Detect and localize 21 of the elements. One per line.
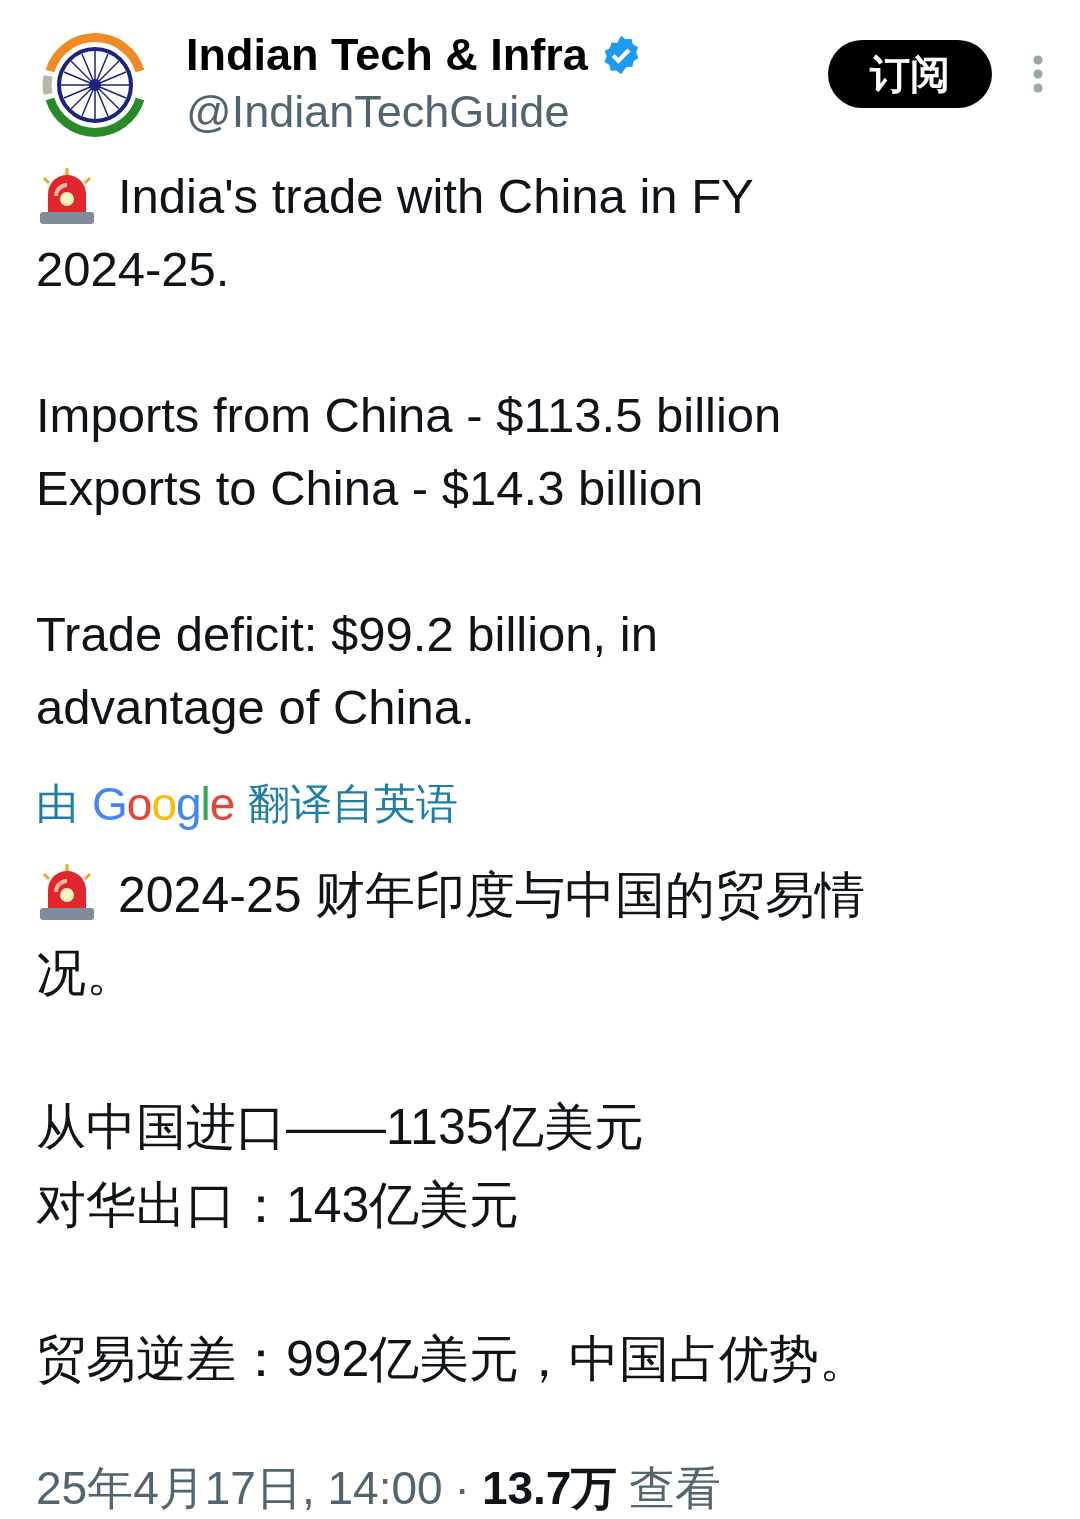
views-label: 查看 <box>629 1461 722 1516</box>
separator-dot: · <box>454 1461 470 1516</box>
view-count: 13.7万 <box>481 1461 618 1516</box>
subscribe-button[interactable]: 订阅 <box>828 40 992 108</box>
tweet-paragraph: Exports to China - $14.3 billion <box>36 460 704 517</box>
translated-paragraph: 况。 <box>36 944 136 1003</box>
tweet-paragraph: 2024-25. <box>36 241 230 298</box>
translated-paragraph: 从中国进口——1135亿美元 <box>36 1098 644 1157</box>
translated-paragraph: 2024-25 财年印度与中国的贸易情 <box>118 866 866 925</box>
tweet-paragraph: advantage of China. <box>36 679 475 736</box>
translated-paragraph: 贸易逆差：992亿美元，中国占优势。 <box>36 1330 870 1389</box>
tweet-paragraph: Trade deficit: $99.2 billion, in <box>36 606 658 663</box>
google-logo: Google <box>92 777 235 832</box>
translated-paragraph: 对华出口：143亿美元 <box>36 1176 520 1235</box>
translation-label: 翻译自英语 <box>248 779 459 829</box>
tweet-timestamp: 25年4月17日, 14:00 <box>36 1461 443 1516</box>
tweet-paragraph: Imports from China - $113.5 billion <box>36 387 782 444</box>
author-name[interactable]: Indian Tech & Infra <box>186 28 588 82</box>
tweet-paragraph: India's trade with China in FY <box>118 168 754 225</box>
translation-label: 由 <box>36 779 78 829</box>
author-handle[interactable]: @IndianTechGuide <box>186 82 642 142</box>
